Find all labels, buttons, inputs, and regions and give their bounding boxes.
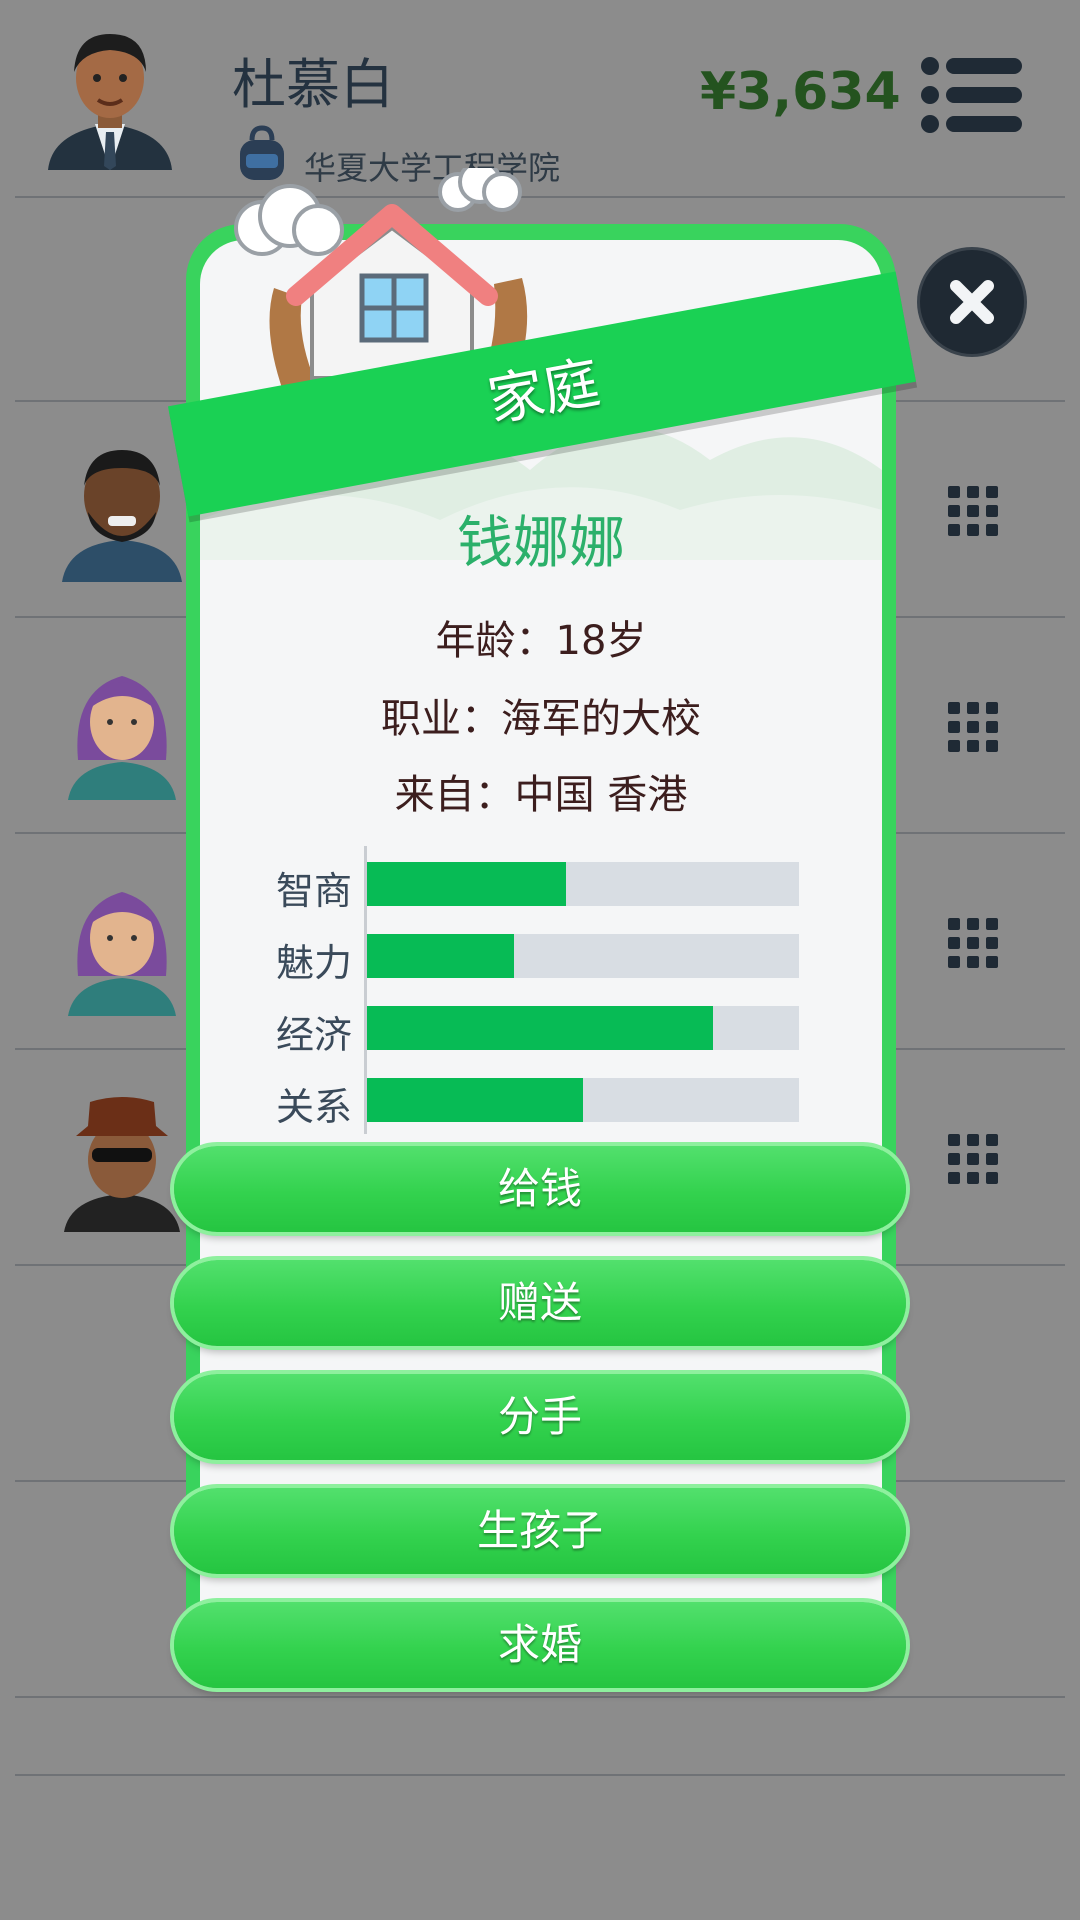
break-up-button[interactable]: 分手	[174, 1374, 906, 1460]
divider	[15, 1696, 1065, 1698]
gift-button[interactable]: 赠送	[174, 1260, 906, 1346]
grid-icon[interactable]	[948, 702, 998, 752]
list-item-avatar[interactable]	[58, 650, 186, 800]
stat-fill-charm	[367, 934, 514, 978]
divider	[15, 1774, 1065, 1776]
person-name: 钱娜娜	[457, 511, 625, 576]
player-avatar[interactable]	[40, 20, 180, 170]
stat-label-charm: 魅力	[275, 941, 352, 985]
grid-icon[interactable]	[948, 486, 998, 536]
stat-bar-charm	[367, 934, 799, 978]
stat-fill-relationship	[367, 1078, 583, 1122]
list-item-avatar[interactable]	[58, 432, 186, 582]
close-icon	[950, 280, 994, 324]
person-origin: 来自：中国 香港	[394, 772, 688, 818]
close-button[interactable]	[920, 250, 1024, 354]
stat-fill-economy	[367, 1006, 713, 1050]
grid-icon[interactable]	[948, 918, 998, 968]
stat-bar-iq	[367, 862, 799, 906]
list-item-avatar[interactable]	[58, 1082, 186, 1232]
person-job: 职业：海军的大校	[381, 696, 701, 742]
person-age: 年龄：18岁	[435, 618, 647, 664]
stat-label-relationship: 关系	[275, 1085, 352, 1129]
grid-icon[interactable]	[948, 1134, 998, 1184]
menu-icon[interactable]	[920, 56, 1024, 134]
give-money-button[interactable]: 给钱	[174, 1146, 906, 1232]
stat-label-economy: 经济	[275, 1013, 352, 1057]
player-name: 杜慕白	[232, 53, 394, 116]
list-item-avatar[interactable]	[58, 866, 186, 1016]
have-child-button[interactable]: 生孩子	[174, 1488, 906, 1574]
stat-bar-relationship	[367, 1078, 799, 1122]
stat-label-iq: 智商	[275, 869, 352, 913]
propose-button[interactable]: 求婚	[174, 1602, 906, 1688]
money-balance: ¥3,634	[700, 62, 901, 122]
stat-fill-iq	[367, 862, 566, 906]
stat-bar-economy	[367, 1006, 799, 1050]
